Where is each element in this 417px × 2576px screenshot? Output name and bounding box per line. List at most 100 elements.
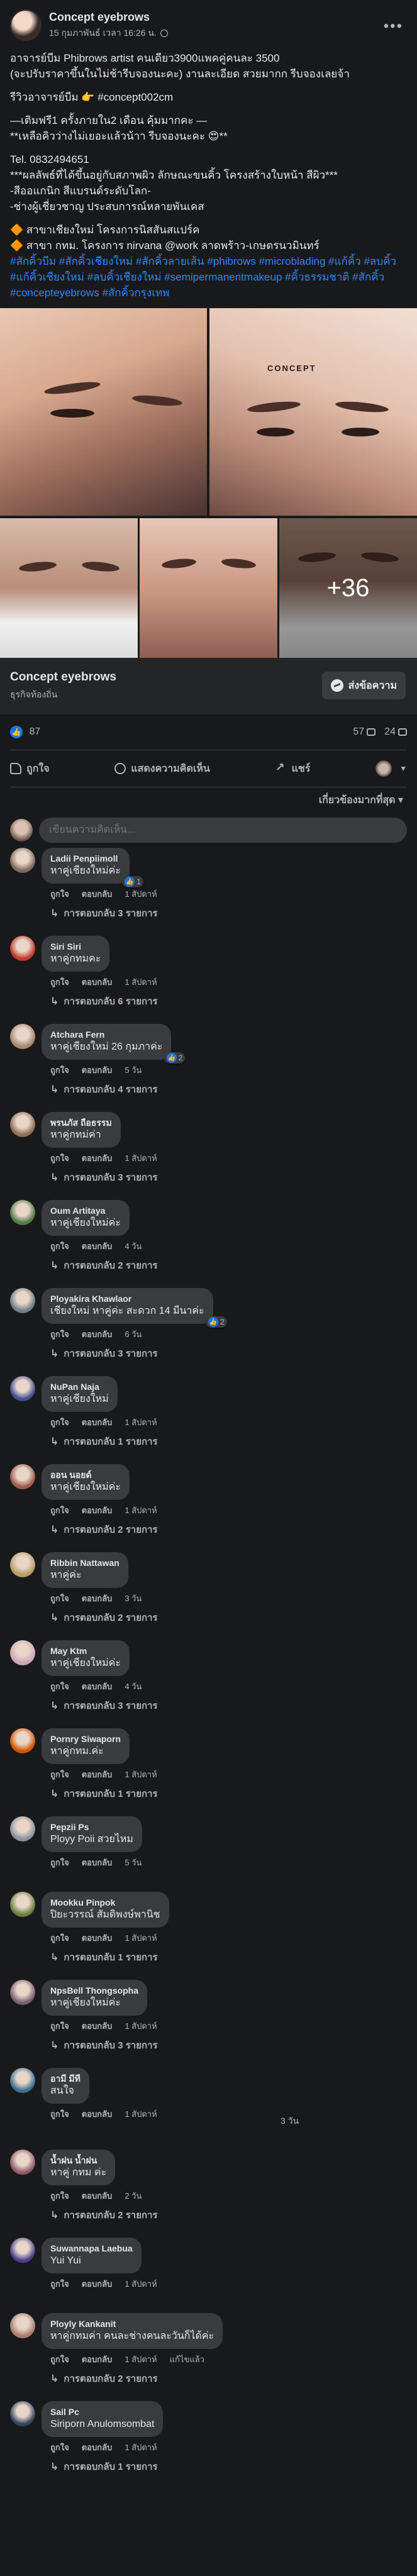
commenter-avatar[interactable] — [10, 1376, 35, 1401]
commenter-avatar[interactable] — [10, 1728, 35, 1753]
comment-timestamp[interactable]: 4 วัน — [125, 1680, 142, 1693]
commenter-avatar[interactable] — [10, 1980, 35, 2005]
comment-like-button[interactable]: ถูกใจ — [50, 1416, 69, 1429]
comment-reply-button[interactable]: ตอบกลับ — [82, 1931, 113, 1945]
comment-like-button[interactable]: ถูกใจ — [50, 1063, 69, 1077]
comment-reaction-badge[interactable]: 👍 1 — [122, 876, 143, 887]
view-replies-link[interactable]: ↳ การตอบกลับ 3 รายการ — [42, 906, 158, 921]
gallery-photo-1[interactable] — [0, 308, 207, 516]
comment-timestamp[interactable]: 4 วัน — [125, 1240, 142, 1253]
comment-reply-button[interactable]: ตอบกลับ — [82, 1680, 113, 1693]
gallery-photo-3[interactable] — [0, 518, 138, 658]
commenter-name[interactable]: Pepzii Ps — [50, 1821, 133, 1833]
commenter-avatar[interactable] — [10, 1112, 35, 1137]
comment-timestamp[interactable]: 1 สัปดาห์ — [125, 887, 157, 901]
comment-button[interactable]: แสดงความคิดเห็น — [114, 761, 210, 777]
comment-like-button[interactable]: ถูกใจ — [50, 1240, 69, 1253]
commenter-avatar[interactable] — [10, 2068, 35, 2093]
page-name[interactable]: Concept eyebrows — [49, 11, 168, 24]
comment-reaction-badge[interactable]: 👍 2 — [206, 1316, 227, 1328]
comment-timestamp[interactable]: 6 วัน — [125, 1328, 142, 1341]
gallery-photo-4[interactable] — [140, 518, 277, 658]
commenter-name[interactable]: NuPan Naja — [50, 1381, 109, 1392]
commenter-avatar[interactable] — [10, 2238, 35, 2263]
commenter-name[interactable]: Sail Pc — [50, 2406, 154, 2418]
comment-sort-dropdown[interactable]: เกี่ยวข้องมากที่สุด ▾ — [0, 787, 417, 813]
comment-like-button[interactable]: ถูกใจ — [50, 2441, 69, 2454]
comment-count[interactable]: 57 — [353, 726, 376, 738]
comment-like-button[interactable]: ถูกใจ — [50, 2277, 69, 2290]
view-replies-link[interactable]: ↳ การตอบกลับ 6 รายการ — [42, 994, 158, 1009]
view-replies-link[interactable]: ↳ การตอบกลับ 1 รายการ — [42, 1950, 169, 1965]
commenter-avatar[interactable] — [10, 2313, 35, 2338]
comment-reply-button[interactable]: ตอบกลับ — [82, 2353, 113, 2366]
commenter-name[interactable]: Pornry Siwaporn — [50, 1733, 121, 1745]
commenter-avatar[interactable] — [10, 1288, 35, 1313]
comment-like-button[interactable]: ถูกใจ — [50, 2019, 69, 2033]
comment-reply-button[interactable]: ตอบกลับ — [82, 1328, 113, 1341]
send-message-button[interactable]: ส่งข้อความ — [321, 672, 406, 699]
view-replies-link[interactable]: ↳ การตอบกลับ 2 รายการ — [42, 1610, 158, 1625]
commenter-name[interactable]: พรนภัส ถือธรรม — [50, 1117, 112, 1128]
like-count[interactable]: 👍 87 — [10, 726, 40, 738]
comment-timestamp[interactable]: 1 สัปดาห์ — [125, 2441, 157, 2454]
commenter-avatar[interactable] — [10, 1552, 35, 1577]
comment-like-button[interactable]: ถูกใจ — [50, 2107, 69, 2121]
comment-reply-button[interactable]: ตอบกลับ — [82, 1856, 113, 1869]
comment-like-button[interactable]: ถูกใจ — [50, 887, 69, 901]
view-replies-link[interactable]: ↳ การตอบกลับ 4 รายการ — [42, 1082, 171, 1097]
view-replies-link[interactable]: ↳ การตอบกลับ 3 รายการ — [42, 1698, 158, 1713]
commenter-name[interactable]: Ribbin Nattawan — [50, 1557, 120, 1568]
commenter-avatar[interactable] — [10, 1816, 35, 1841]
commenter-avatar[interactable] — [10, 1200, 35, 1225]
comment-reply-button[interactable]: ตอบกลับ — [82, 1063, 113, 1077]
view-replies-link[interactable]: ↳ การตอบกลับ 1 รายการ — [42, 1434, 158, 1449]
commenter-avatar[interactable] — [10, 1464, 35, 1489]
page-bar-name[interactable]: Concept eyebrows — [10, 670, 116, 684]
comment-like-button[interactable]: ถูกใจ — [50, 2353, 69, 2366]
page-avatar[interactable] — [10, 9, 42, 41]
comment-reply-button[interactable]: ตอบกลับ — [82, 1504, 113, 1517]
comment-timestamp[interactable]: 1 สัปดาห์ — [125, 975, 157, 989]
comment-like-button[interactable]: ถูกใจ — [50, 975, 69, 989]
comment-reply-button[interactable]: ตอบกลับ — [82, 2189, 113, 2202]
share-count[interactable]: 24 — [384, 726, 407, 738]
hashtag-list[interactable]: #สักคิ้วบีม #สักคิ้วเชียงใหม่ #สักคิ้วลา… — [10, 253, 407, 301]
comment-reply-button[interactable]: ตอบกลับ — [82, 1152, 113, 1165]
gallery-photo-5[interactable]: +36 — [279, 518, 417, 658]
comment-like-button[interactable]: ถูกใจ — [50, 1768, 69, 1781]
view-replies-link[interactable]: ↳ การตอบกลับ 2 รายการ — [42, 1258, 158, 1273]
comment-like-button[interactable]: ถูกใจ — [50, 1592, 69, 1605]
comment-reply-button[interactable]: ตอบกลับ — [82, 975, 113, 989]
commenter-name[interactable]: Suwannapa Laebua — [50, 2243, 133, 2254]
view-replies-link[interactable]: ↳ การตอบกลับ 1 รายการ — [42, 1786, 158, 1801]
comment-timestamp[interactable]: 1 สัปดาห์ — [125, 2353, 157, 2366]
comment-like-button[interactable]: ถูกใจ — [50, 1504, 69, 1517]
comment-reply-button[interactable]: ตอบกลับ — [82, 2277, 113, 2290]
view-replies-link[interactable]: ↳ การตอบกลับ 3 รายการ — [42, 1346, 213, 1361]
view-replies-link[interactable]: ↳ การตอบกลับ 3 รายการ — [42, 2038, 158, 2053]
commenter-avatar[interactable] — [10, 2401, 35, 2426]
view-replies-link[interactable]: ↳ การตอบกลับ 2 รายการ — [42, 2371, 223, 2386]
view-replies-link[interactable]: ↳ การตอบกลับ 2 รายการ — [42, 2207, 158, 2223]
commenter-name[interactable]: Ployakira Khawlaor — [50, 1293, 204, 1304]
comment-reply-button[interactable]: ตอบกลับ — [82, 1768, 113, 1781]
commenter-name[interactable]: Siri Siri — [50, 941, 101, 952]
post-time[interactable]: 15 กุมภาพันธ์ เวลา 16:26 น. — [49, 26, 157, 40]
comment-timestamp[interactable]: 3 วัน — [125, 1592, 142, 1605]
comment-like-button[interactable]: ถูกใจ — [50, 1680, 69, 1693]
view-replies-link[interactable]: ↳ การตอบกลับ 1 รายการ — [42, 2459, 163, 2474]
comment-timestamp[interactable]: 5 วัน — [125, 1063, 142, 1077]
commenter-name[interactable]: May Ktm — [50, 1645, 121, 1657]
comment-reply-button[interactable]: ตอบกลับ — [82, 887, 113, 901]
comment-reaction-badge[interactable]: 👍 2 — [164, 1052, 186, 1063]
commenter-name[interactable]: Ladii Penpiimoll — [50, 853, 121, 864]
comment-timestamp[interactable]: 1 สัปดาห์ — [125, 2277, 157, 2290]
commenter-name[interactable]: ออน นอยด์ — [50, 1469, 121, 1480]
commenter-name[interactable]: Mookku Pinpok — [50, 1897, 160, 1908]
comment-like-button[interactable]: ถูกใจ — [50, 2189, 69, 2202]
more-options-button[interactable]: ••• — [384, 18, 403, 35]
viewer-selector[interactable]: ▼ — [375, 760, 407, 777]
comment-timestamp[interactable]: 1 สัปดาห์ — [125, 2019, 157, 2033]
commenter-name[interactable]: NpsBell Thongsopha — [50, 1985, 138, 1996]
